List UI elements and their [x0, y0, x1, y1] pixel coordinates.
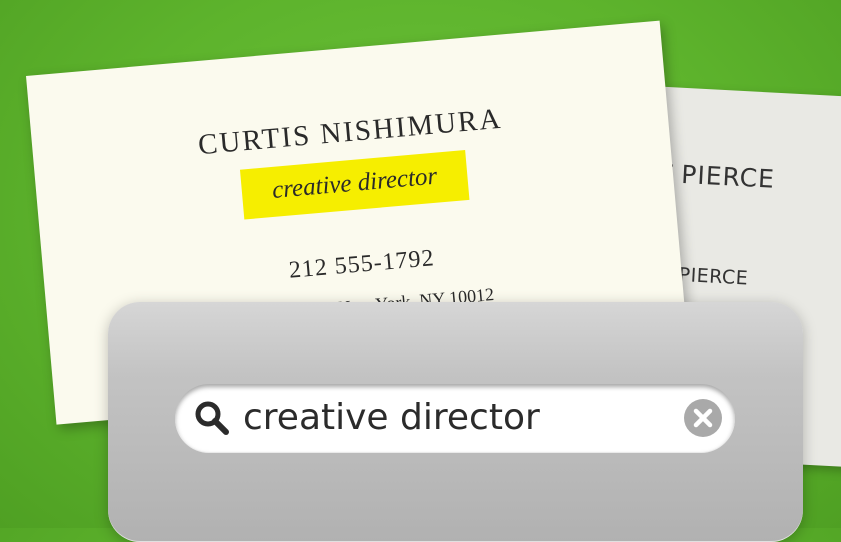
card-title-highlighted: creative director [240, 150, 470, 220]
card-firm-name: PIERCE [680, 159, 776, 194]
clear-x-icon[interactable] [681, 396, 725, 440]
search-field[interactable]: creative director [175, 384, 735, 452]
search-input[interactable]: creative director [243, 384, 540, 452]
magnifier-icon [195, 401, 229, 435]
